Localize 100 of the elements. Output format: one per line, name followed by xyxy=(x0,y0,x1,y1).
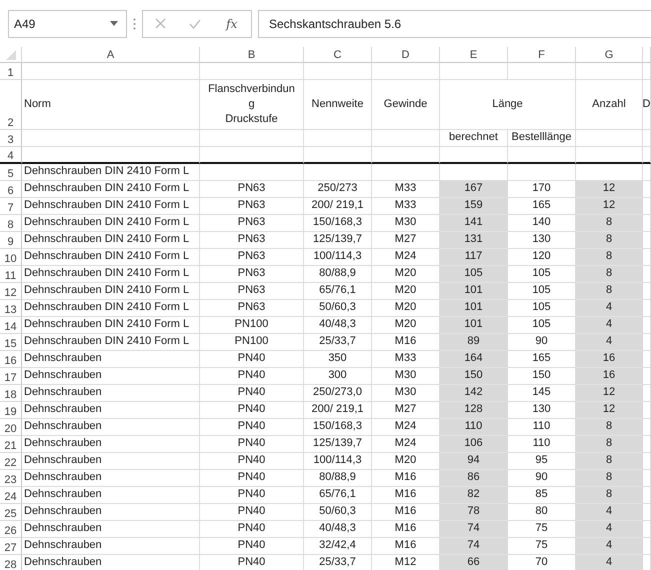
table-cell: PN40 xyxy=(200,368,304,385)
table-cell: 141 xyxy=(440,215,508,232)
table-cell: 105 xyxy=(440,266,508,283)
table-cell: Dehnschrauben DIN 2410 Form L xyxy=(22,300,200,317)
table-cell xyxy=(508,63,576,80)
formula-field[interactable]: Sechskantschrauben 5.6 xyxy=(258,10,651,38)
table-cell: PN100 xyxy=(200,334,304,351)
table-cell: 74 xyxy=(440,521,508,538)
table-cell: 170 xyxy=(508,181,576,198)
table-cell: Dehnschrauben xyxy=(22,436,200,453)
table-cell: 86 xyxy=(440,470,508,487)
table-cell: M16 xyxy=(372,521,440,538)
table-cell: 125/139,7 xyxy=(304,436,372,453)
table-cell: 8 xyxy=(576,436,643,453)
table-cell: Dehnschrauben xyxy=(22,487,200,504)
column-header[interactable]: G xyxy=(576,47,643,63)
column-header[interactable]: D xyxy=(372,47,440,63)
table-cell: 250/273,0 xyxy=(304,385,372,402)
table-cell: 12 xyxy=(576,198,643,215)
table-cell: Dehnschrauben DIN 2410 Form L xyxy=(22,283,200,300)
select-all-corner[interactable] xyxy=(0,47,22,63)
table-cell xyxy=(576,63,643,80)
table-cell: 110 xyxy=(508,436,576,453)
table-cell: 4 xyxy=(576,317,643,334)
table-cell: 12 xyxy=(576,385,643,402)
table-cell: 90 xyxy=(508,334,576,351)
table-cell: 65/76,1 xyxy=(304,487,372,504)
table-cell: Dehnschrauben xyxy=(22,368,200,385)
column-header[interactable]: C xyxy=(304,47,372,63)
table-cell: 8 xyxy=(576,470,643,487)
table-cell xyxy=(304,147,372,164)
table-cell xyxy=(440,164,508,181)
table-cell xyxy=(304,164,372,181)
table-cell: Dehnschrauben DIN 2410 Form L xyxy=(22,198,200,215)
dots-icon xyxy=(133,18,136,30)
table-cell: berechnet xyxy=(440,130,508,147)
table-cell: 16 xyxy=(576,368,643,385)
table-cell xyxy=(372,147,440,164)
table-cell: 159 xyxy=(440,198,508,215)
table-cell: 16 xyxy=(576,351,643,368)
cell-reference: A49 xyxy=(14,16,36,30)
column-header[interactable] xyxy=(643,47,651,63)
table-cell: Dehnschrauben xyxy=(22,385,200,402)
table-cell: Dehnschrauben DIN 2410 Form L xyxy=(22,334,200,351)
table-cell: 130 xyxy=(508,232,576,249)
close-icon[interactable] xyxy=(154,18,166,29)
table-cell: M20 xyxy=(372,453,440,470)
table-cell: 105 xyxy=(508,300,576,317)
table-cell xyxy=(372,130,440,147)
table-cell: Dehnschrauben DIN 2410 Form L xyxy=(22,215,200,232)
table-cell: Dehnschrauben xyxy=(22,538,200,555)
table-cell: Flanschverbindun g Druckstufe xyxy=(200,80,304,130)
name-box[interactable]: A49 xyxy=(8,10,127,38)
table-cell: 12 xyxy=(576,181,643,198)
check-icon[interactable] xyxy=(188,18,201,28)
table-cell: 82 xyxy=(440,487,508,504)
table-cell: 12 xyxy=(576,402,643,419)
table-cell: Dehnschrauben DIN 2410 Form L xyxy=(22,232,200,249)
table-cell: Dehnschrauben DIN 2410 Form L xyxy=(22,249,200,266)
column-header[interactable]: F xyxy=(508,47,576,63)
table-cell: M16 xyxy=(372,470,440,487)
table-cell: 130 xyxy=(508,402,576,419)
table-cell: PN63 xyxy=(200,283,304,300)
table-cell: M30 xyxy=(372,215,440,232)
corner-triangle-icon xyxy=(6,50,16,60)
table-cell: 105 xyxy=(508,283,576,300)
column-header[interactable]: E xyxy=(440,47,508,63)
table-cell: 120 xyxy=(508,249,576,266)
table-cell: Dehnschrauben xyxy=(22,521,200,538)
table-cell: 8 xyxy=(576,487,643,504)
insert-function-button[interactable]: fx xyxy=(224,16,240,30)
table-cell: 66 xyxy=(440,555,508,570)
table-cell: 110 xyxy=(440,419,508,436)
table-cell: M30 xyxy=(372,368,440,385)
table-cell: 75 xyxy=(508,521,576,538)
table-cell: M30 xyxy=(372,385,440,402)
table-cell: PN63 xyxy=(200,181,304,198)
table-cell: 125/139,7 xyxy=(304,232,372,249)
table-cell: Dehnschrauben xyxy=(22,419,200,436)
table-cell: 4 xyxy=(576,555,643,570)
table-cell xyxy=(304,130,372,147)
table-cell: PN40 xyxy=(200,538,304,555)
table-cell xyxy=(576,164,643,181)
column-header[interactable]: B xyxy=(200,47,304,63)
table-cell: 101 xyxy=(440,283,508,300)
table-cell: 85 xyxy=(508,487,576,504)
dropdown-caret-icon[interactable] xyxy=(110,21,118,26)
table-cell: D xyxy=(643,80,651,130)
table-cell xyxy=(440,147,508,164)
table-cell: PN40 xyxy=(200,402,304,419)
table-cell: PN63 xyxy=(200,300,304,317)
table-cell: PN100 xyxy=(200,317,304,334)
table-cell: PN63 xyxy=(200,215,304,232)
table-cell: Dehnschrauben DIN 2410 Form L xyxy=(22,181,200,198)
column-header[interactable]: A xyxy=(22,47,200,63)
table-cell: M16 xyxy=(372,538,440,555)
table-cell: Dehnschrauben xyxy=(22,470,200,487)
table-cell: 106 xyxy=(440,436,508,453)
table-cell: 80 xyxy=(508,504,576,521)
table-cell: Länge xyxy=(440,80,576,130)
